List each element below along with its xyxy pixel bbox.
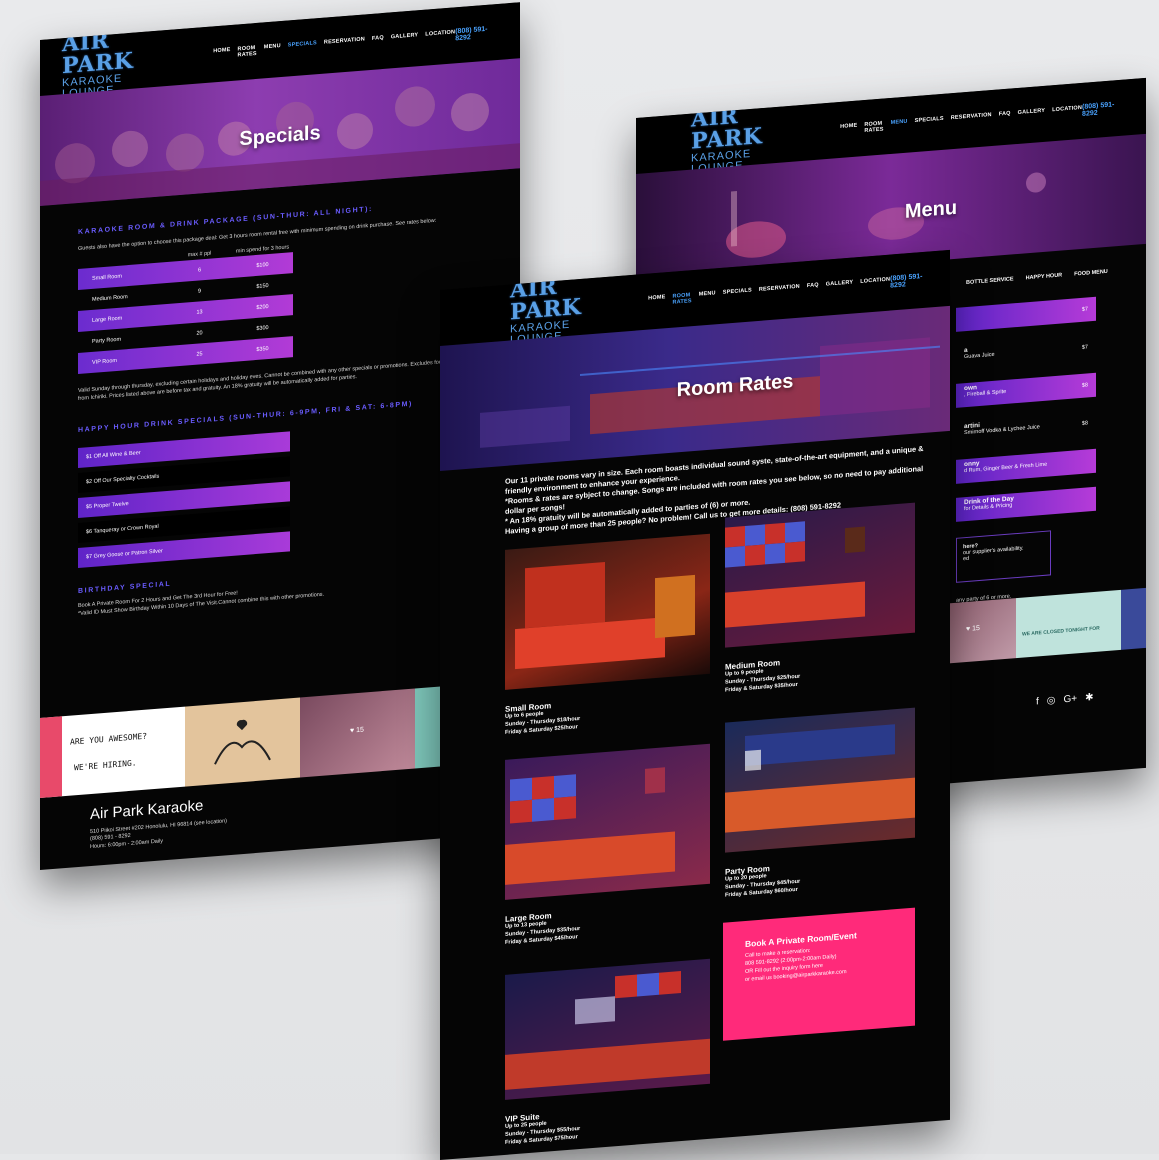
tab-bottle-service[interactable]: BOTTLE SERVICE (966, 276, 1014, 286)
hiring-line1: ARE YOU AWESOME? (70, 731, 148, 747)
specials-content: KARAOKE ROOM & DRINK PACKAGE (SUN-THUR: … (78, 197, 488, 618)
nav-faq[interactable]: FAQ (999, 111, 1011, 124)
closed-banner-tile[interactable]: WE ARE CLOSED TONIGHT FOR (1016, 589, 1121, 659)
large-room-image (505, 767, 675, 885)
phone-link[interactable]: (808) 591-8292 (1082, 101, 1124, 118)
hands-heart-icon (214, 719, 271, 765)
hiring-tile[interactable]: ARE YOU AWESOME? WE'RE HIRING. (40, 706, 185, 798)
list-item: a Guava Juice $7 (964, 344, 1088, 361)
instagram-icon[interactable]: ◎ (1047, 695, 1056, 707)
list-item: artini Smirnoff Vodka & Lychee Juice $8 (964, 420, 1088, 437)
nav-home[interactable]: HOME (840, 123, 857, 136)
package-rate-table: max # ppl min spend for 3 hours Small Ro… (78, 243, 293, 375)
google-plus-icon[interactable]: G+ (1064, 693, 1078, 705)
nav-menu[interactable]: MENU (891, 119, 908, 132)
book-private-room-box[interactable]: Book A Private Room/Event Call to make a… (723, 907, 915, 1041)
nav-location[interactable]: LOCATION (860, 277, 890, 291)
party-room-image (725, 724, 915, 833)
nav-reservation[interactable]: RESERVATION (951, 112, 992, 127)
nav-faq[interactable]: FAQ (807, 282, 819, 295)
vip-suite-info: VIP Suite Up to 25 people Sunday - Thurs… (505, 1112, 581, 1146)
medium-room-info: Medium Room Up to 9 people Sunday - Thur… (725, 658, 801, 694)
happy-hour-list: $1 Off All Wine & Beer $2 Off Our Specia… (78, 416, 488, 569)
party-room-photo[interactable] (725, 707, 915, 853)
large-room-photo[interactable] (505, 743, 710, 900)
photo-tile[interactable]: ♥ 15 (300, 688, 415, 778)
small-room-info: Small Room Up to 6 people Sunday - Thurs… (505, 701, 581, 736)
hands-heart-tile[interactable] (185, 697, 300, 787)
social-icons: f ◎ G+ ✱ (1036, 692, 1094, 708)
nav-specials[interactable]: SPECIALS (288, 40, 317, 54)
nav-location[interactable]: LOCATION (425, 29, 455, 43)
nav-gallery[interactable]: GALLERY (391, 32, 418, 46)
yelp-icon[interactable]: ✱ (1085, 692, 1093, 704)
nav-room-rates[interactable]: ROOM RATES (238, 45, 257, 58)
nav-location[interactable]: LOCATION (1052, 105, 1082, 119)
nav-reservation[interactable]: RESERVATION (324, 36, 365, 51)
nav-home[interactable]: HOME (213, 47, 230, 60)
nav-links: HOME ROOM RATES MENU SPECIALS RESERVATIO… (648, 277, 890, 308)
vip-suite-image (505, 971, 710, 1090)
phone-link[interactable]: (808) 591-8292 (890, 273, 928, 290)
facebook-icon[interactable]: f (1036, 696, 1039, 707)
medium-room-photo[interactable] (725, 502, 915, 648)
like-count: ♥ 15 (350, 726, 364, 735)
list-item: onny d Rum, Ginger Beer & Fresh Lime (956, 448, 1096, 484)
photo-tile[interactable] (1121, 587, 1146, 650)
nav-menu[interactable]: MENU (264, 43, 281, 56)
menu-list: $7 a Guava Juice $7 own , Fireball & Spri… (956, 296, 1096, 536)
vip-suite-photo[interactable] (505, 958, 710, 1100)
hiring-line2: WE'RE HIRING. (74, 758, 137, 773)
like-count: ♥ 15 (966, 624, 980, 634)
nav-room-rates[interactable]: ROOM RATES (672, 292, 691, 305)
nav-home[interactable]: HOME (648, 294, 665, 307)
small-room-image (515, 562, 695, 670)
room-rates-page-mockup: AIR PARK KARAOKE LOUNGE HOME ROOM RATES … (440, 249, 950, 1160)
nav-reservation[interactable]: RESERVATION (759, 284, 800, 299)
nav-links: HOME ROOM RATES MENU SPECIALS RESERVATIO… (840, 105, 1082, 136)
party-room-info: Party Room Up to 20 people Sunday - Thur… (725, 864, 801, 899)
tile-edge (40, 716, 62, 798)
phone-link[interactable]: (808) 591-8292 (455, 25, 498, 43)
tab-food-menu[interactable]: FOOD MENU (1074, 269, 1108, 278)
list-item: $7 (956, 296, 1096, 332)
list-item: Drink of the Day for Details & Pricing (956, 486, 1096, 522)
list-item: own , Fireball & Sprite $8 (956, 372, 1096, 408)
large-room-info: Large Room Up to 13 people Sunday - Thur… (505, 911, 581, 946)
nav-menu[interactable]: MENU (699, 290, 716, 303)
medium-room-image (725, 521, 865, 628)
menu-note-box: here? our supplier's availability. ed (956, 530, 1051, 583)
specials-footer: Air Park Karaoke 510 Piikoi Street #202 … (90, 795, 227, 851)
nav-faq[interactable]: FAQ (372, 35, 384, 48)
small-room-photo[interactable] (505, 533, 710, 690)
nav-gallery[interactable]: GALLERY (826, 279, 853, 293)
nav-gallery[interactable]: GALLERY (1018, 108, 1045, 122)
nav-specials[interactable]: SPECIALS (723, 287, 752, 301)
nav-room-rates[interactable]: ROOM RATES (864, 121, 883, 134)
tab-happy-hour[interactable]: HAPPY HOUR (1026, 272, 1063, 281)
menu-tabs: BOTTLE SERVICE HAPPY HOUR FOOD MENU (966, 269, 1108, 286)
nav-specials[interactable]: SPECIALS (915, 116, 944, 130)
nav-links: HOME ROOM RATES MENU SPECIALS RESERVATIO… (213, 29, 455, 60)
